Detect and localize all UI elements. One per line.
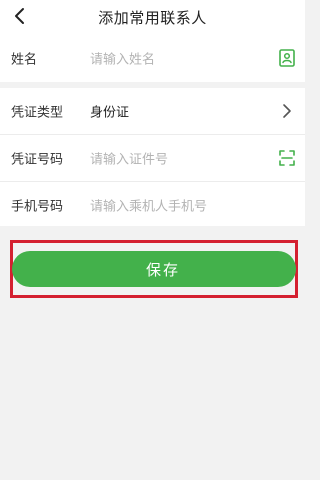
scan-icon[interactable] (277, 148, 297, 168)
id-type-row[interactable]: 凭证类型 身份证 (0, 88, 305, 134)
id-number-input[interactable]: 请输入证件号 (90, 149, 168, 168)
phone-row[interactable]: 手机号码 请输入乘机人手机号 (0, 181, 305, 228)
phone-label: 手机号码 (11, 199, 64, 215)
page-title: 添加常用联系人 (98, 9, 207, 27)
chevron-right-icon[interactable] (277, 101, 297, 121)
phone-input[interactable]: 请输入乘机人手机号 (90, 196, 207, 215)
contact-book-icon[interactable] (277, 48, 297, 68)
id-number-row[interactable]: 凭证号码 请输入证件号 (0, 134, 305, 181)
save-button[interactable]: 保存 (12, 251, 296, 287)
header-bar: 添加常用联系人 (0, 0, 305, 34)
name-label: 姓名 (11, 52, 38, 68)
id-number-label: 凭证号码 (11, 152, 64, 168)
name-input[interactable]: 请输入姓名 (90, 49, 155, 68)
name-row[interactable]: 姓名 请输入姓名 (0, 34, 305, 82)
id-type-value[interactable]: 身份证 (90, 102, 129, 121)
id-type-label: 凭证类型 (11, 105, 64, 121)
name-card: 姓名 请输入姓名 (0, 34, 305, 82)
id-card: 凭证类型 身份证 凭证号码 请输入证件号 手机号码 请输入乘机人手机号 (0, 88, 305, 226)
